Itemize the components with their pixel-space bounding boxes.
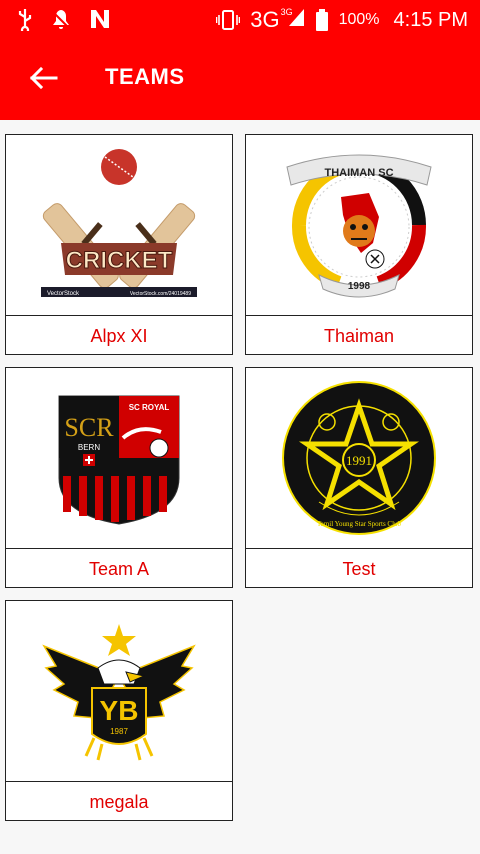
- thaiman-logo-text: THAIMAN SC: [324, 167, 393, 179]
- team-a-logo-text: SCR: [64, 413, 114, 442]
- vibrate-icon: [216, 10, 241, 30]
- megala-logo-year: 1987: [110, 727, 128, 736]
- team-card-thaiman[interactable]: THAIMAN SC 1998 Thaiman: [245, 134, 473, 355]
- team-name: Team A: [88, 558, 150, 579]
- network-indicator: 3G 3G: [250, 7, 304, 33]
- test-logo-ring: Tamil Young Star Sports Club: [317, 520, 402, 528]
- system-status: 3G 3G 100% 4:15 PM: [216, 7, 468, 33]
- cricket-logo-icon: CRICKET VectorStock VectorStock.com/2401…: [41, 149, 197, 297]
- team-name: Thaiman: [323, 325, 395, 346]
- team-logo: YB 1987: [6, 601, 232, 781]
- logo-caption-left: VectorStock: [47, 291, 80, 297]
- team-logo: 1991 Tamil Young Star Sports Club: [246, 368, 472, 548]
- sc-royal-logo-icon: SCR BERN SC ROYAL: [58, 395, 180, 525]
- team-card-test[interactable]: 1991 Tamil Young Star Sports Club Test: [245, 367, 473, 588]
- app-bar: TEAMS: [0, 38, 480, 120]
- notification-bell-icon: [51, 10, 71, 30]
- young-star-logo-icon: 1991 Tamil Young Star Sports Club: [282, 381, 436, 535]
- cricket-logo-text: CRICKET: [66, 247, 173, 274]
- usb-icon: [18, 9, 32, 31]
- team-logo: CRICKET VectorStock VectorStock.com/2401…: [6, 135, 232, 315]
- status-bar: 3G 3G 100% 4:15 PM: [0, 0, 480, 38]
- thaiman-logo-icon: THAIMAN SC 1998: [286, 154, 432, 298]
- logo-caption-right: VectorStock.com/24019489: [130, 291, 191, 297]
- n-app-icon: [91, 10, 109, 28]
- team-logo: THAIMAN SC 1998: [246, 135, 472, 315]
- battery-icon: [315, 9, 328, 31]
- clock: 4:15 PM: [393, 8, 468, 31]
- team-card-team-a[interactable]: SCR BERN SC ROYAL Team A: [5, 367, 233, 588]
- team-a-logo-sub: BERN: [78, 443, 100, 452]
- network-type: 3G: [250, 7, 280, 32]
- team-name: megala: [89, 791, 149, 812]
- signal-icon: [288, 9, 304, 26]
- team-card-megala[interactable]: YB 1987 megala: [5, 600, 233, 821]
- team-card-alpx-xi[interactable]: CRICKET VectorStock VectorStock.com/2401…: [5, 134, 233, 355]
- team-a-logo-right: SC ROYAL: [129, 403, 170, 412]
- test-logo-year: 1991: [346, 453, 372, 468]
- eagle-logo-icon: YB 1987: [42, 624, 196, 761]
- team-name: Alpx XI: [90, 325, 148, 346]
- megala-logo-text: YB: [100, 695, 139, 726]
- thaiman-logo-year: 1998: [348, 281, 371, 292]
- page-title: TEAMS: [105, 64, 185, 89]
- team-name: Test: [342, 558, 376, 579]
- notification-icons: [16, 6, 112, 32]
- team-logo: SCR BERN SC ROYAL: [6, 368, 232, 548]
- back-arrow-icon[interactable]: [28, 62, 60, 94]
- battery-percent: 100%: [338, 11, 380, 28]
